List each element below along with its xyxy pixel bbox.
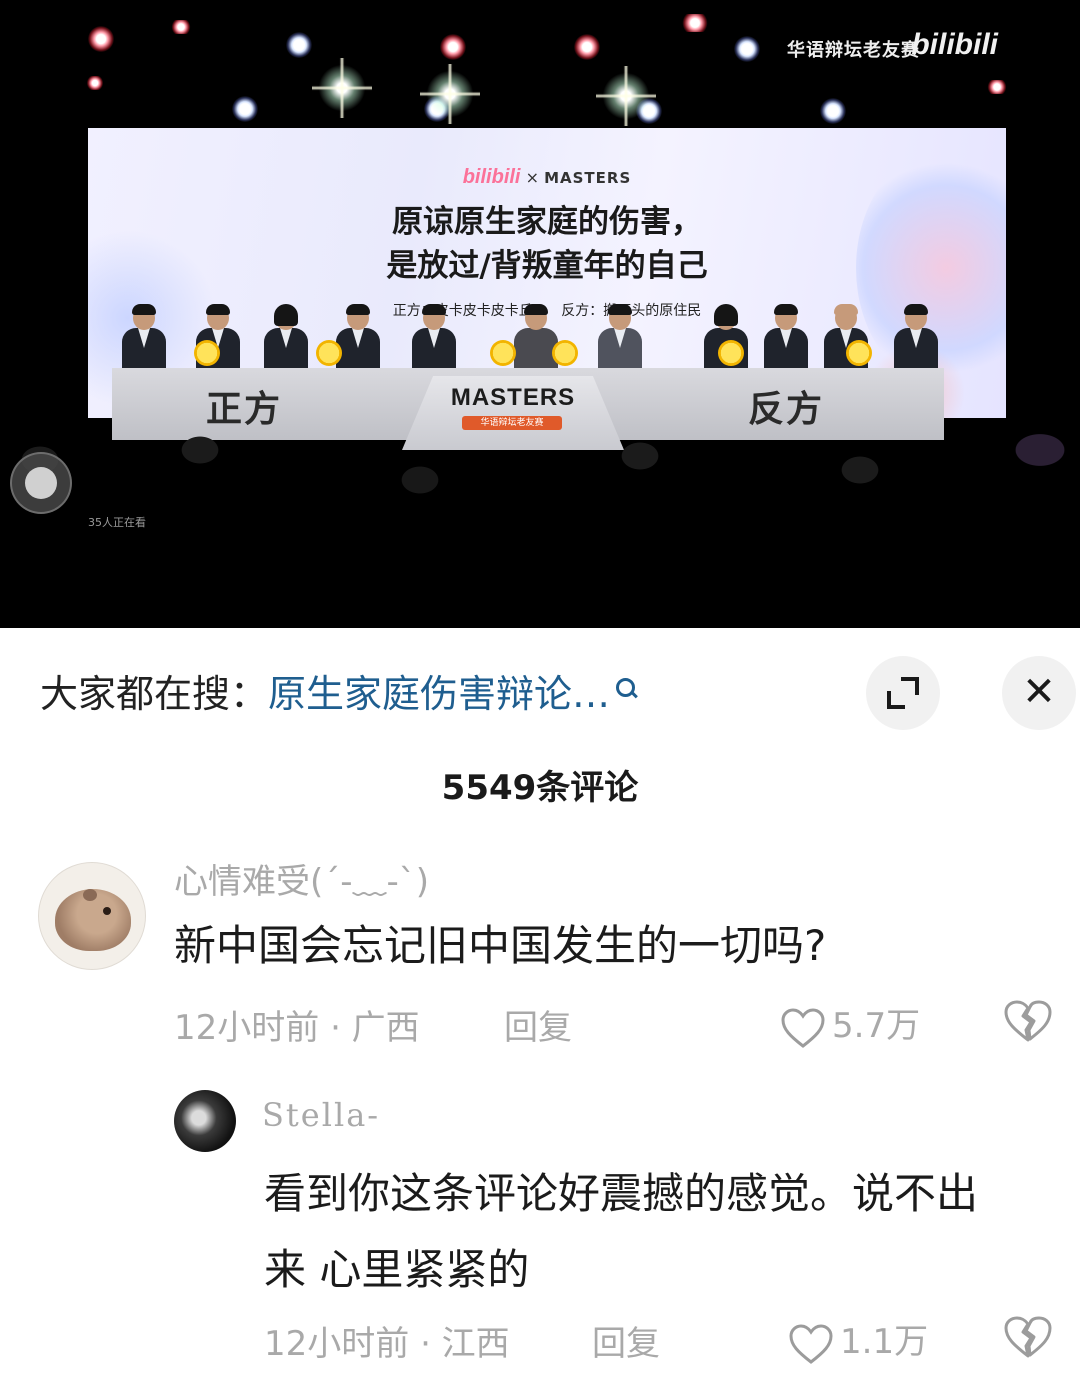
comment-text: 看到你这条评论好震撼的感觉。说不出 来 心里紧紧的 <box>264 1169 979 1294</box>
comments-panel: 大家都在搜：原生家庭伤害辩论… ✕ 5549条评论 心情难受(´-﹏-`) 新中… <box>0 628 1080 1382</box>
heart-icon <box>789 1323 833 1364</box>
comment-username[interactable]: 心情难受(´-﹏-`) <box>174 854 429 903</box>
trending-search[interactable]: 大家都在搜：原生家庭伤害辩论… <box>40 668 860 720</box>
broken-heart-icon[interactable] <box>1002 1314 1054 1360</box>
video-player[interactable]: 华语辩坛老友赛 bilibili bilibili × MASTERS 原谅原生… <box>0 0 1080 628</box>
broken-heart-icon[interactable] <box>1002 998 1054 1044</box>
screen-logos: bilibili × MASTERS <box>462 166 632 188</box>
debaters-row <box>108 300 968 370</box>
avatar[interactable] <box>174 1090 236 1152</box>
search-icon[interactable] <box>616 677 638 700</box>
comment-username[interactable]: Stella- <box>262 1096 380 1134</box>
close-button[interactable]: ✕ <box>1002 656 1076 730</box>
record-icon[interactable] <box>10 452 72 514</box>
expand-icon <box>887 677 919 709</box>
bilibili-logo: bilibili <box>911 28 998 61</box>
comment-meta: 12小时前 · 江西 <box>264 1324 510 1364</box>
debate-motion: 原谅原生家庭的伤害， 是放过/背叛童年的自己 <box>386 204 708 284</box>
comment-count: 5549条评论 <box>441 768 639 808</box>
trending-search-label: 大家都在搜： <box>40 672 269 716</box>
stage-lights <box>0 0 1080 130</box>
like-count: 1.1万 <box>840 1322 929 1362</box>
channel-watermark: 华语辩坛老友赛 <box>787 40 920 61</box>
avatar[interactable] <box>38 862 146 970</box>
close-icon: ✕ <box>1022 669 1056 715</box>
reply-button[interactable]: 回复 <box>504 1000 572 1049</box>
comment-text: 新中国会忘记旧中国发生的一切吗? <box>174 921 827 970</box>
viewer-count: 35人正在看 <box>88 516 146 529</box>
heart-icon <box>781 1007 825 1048</box>
comment-meta: 12小时前 · 广西 <box>174 1008 420 1048</box>
like-count: 5.7万 <box>832 1006 921 1046</box>
like-button[interactable]: 5.7万 <box>780 998 920 1049</box>
expand-button[interactable] <box>866 656 940 730</box>
like-button[interactable]: 1.1万 <box>788 1314 928 1365</box>
audience <box>0 420 1080 530</box>
trending-search-query[interactable]: 原生家庭伤害辩论… <box>268 672 610 716</box>
reply-button[interactable]: 回复 <box>592 1316 660 1365</box>
